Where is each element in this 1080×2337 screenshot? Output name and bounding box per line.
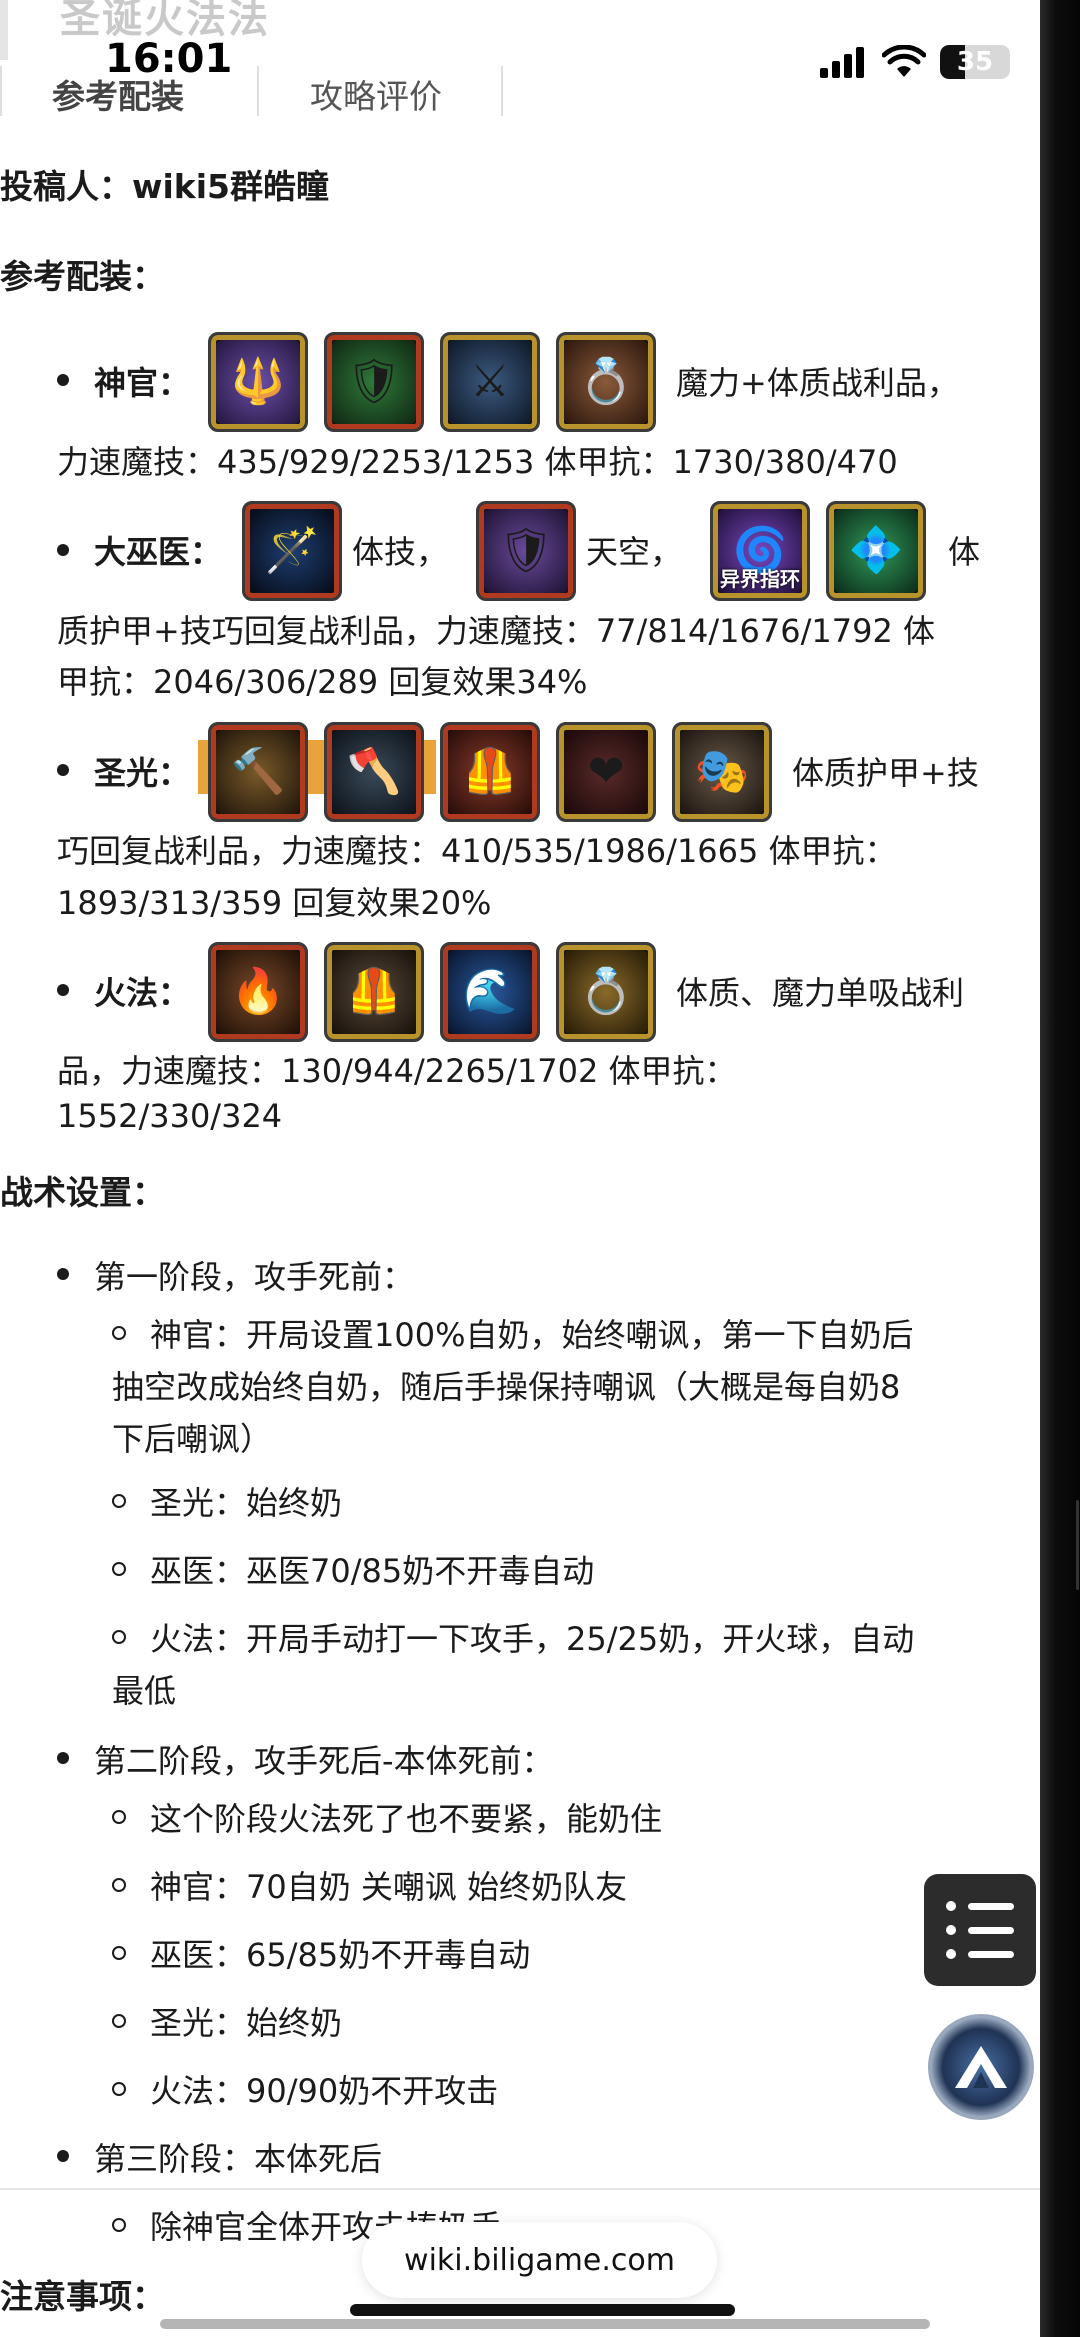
phase2-item: 火法：90/90奶不开攻击 [150, 2072, 499, 2110]
scroll-track [160, 2319, 930, 2329]
tab-gear[interactable]: 参考配装 [52, 70, 184, 118]
bullet [57, 544, 69, 556]
wand-icon[interactable]: 🪄 [242, 501, 342, 601]
sub-bullet [112, 1562, 126, 1576]
author-line: 投稿人：wiki5群皓瞳 [0, 167, 330, 206]
phase1-item-cont: 抽空改成始终自奶，随后手操保持嘲讽（大概是每自奶8 [112, 1368, 901, 1406]
tab-separator [0, 66, 2, 116]
tab-bar: 参考配装 攻略评价 [0, 62, 1040, 120]
phase1-item: 神官：开局设置100%自奶，始终嘲讽，第一下自奶后 [150, 1316, 914, 1354]
shaman-label: 大巫医： [94, 533, 223, 571]
bullet [57, 2150, 69, 2162]
priest-stats: 力速魔技：435/929/2253/1253 体甲抗：1730/380/470 [57, 443, 898, 481]
sub-bullet [112, 2082, 126, 2096]
shaman-line-2: 质护甲+技巧回复战利品，力速魔技：77/814/1676/1792 体 [57, 612, 936, 650]
section-gear-title: 参考配装： [0, 257, 165, 296]
phase1-title: 第一阶段，攻手死前： [94, 1258, 415, 1296]
bullet [57, 1752, 69, 1764]
shaman-text-3: 体 [948, 533, 981, 571]
sub-bullet [112, 1326, 126, 1340]
phase1-item: 圣光：始终奶 [150, 1484, 343, 1522]
phase2-title: 第二阶段，攻手死后-本体死前： [94, 1742, 554, 1780]
tab-reviews[interactable]: 攻略评价 [310, 70, 442, 118]
firemage-label: 火法： [94, 974, 191, 1012]
shaman-text-2: 天空， [586, 533, 683, 571]
paladin-line-2: 巧回复战利品，力速魔技：410/535/1986/1665 体甲抗： [57, 832, 897, 870]
bullet [57, 764, 69, 776]
url-bar[interactable]: wiki.biligame.com [362, 2222, 717, 2298]
toc-menu-button[interactable] [924, 1874, 1036, 1986]
dark-armor-icon[interactable]: ⚔ [440, 332, 540, 432]
heart-amulet-icon[interactable]: ❤ [556, 722, 656, 822]
sub-bullet [112, 1810, 126, 1824]
paladin-line-3: 1893/313/359 回复效果20% [57, 884, 492, 922]
priest-label: 神官： [94, 364, 191, 402]
firemage-line-3: 1552/330/324 [57, 1097, 283, 1135]
blue-claw-icon[interactable]: 🌊 [440, 942, 540, 1042]
phase2-item: 圣光：始终奶 [150, 2004, 343, 2042]
paladin-label: 圣光： [94, 754, 191, 792]
staff-icon[interactable]: 🔱 [208, 332, 308, 432]
mask-icon[interactable]: 🎭 [672, 722, 772, 822]
axe-icon[interactable]: 🪓 [324, 722, 424, 822]
section-tactics-title: 战术设置： [0, 1173, 165, 1212]
sub-bullet [112, 2014, 126, 2028]
firemage-trail: 体质、魔力单吸战利 [676, 974, 965, 1012]
bullet [57, 374, 69, 386]
phase2-item: 巫医：65/85奶不开毒自动 [150, 1936, 531, 1974]
purple-ring-icon[interactable]: 🌀 异界指环 [710, 501, 810, 601]
leather-armor-icon[interactable]: 🦺 [324, 942, 424, 1042]
fire-staff-icon[interactable]: 🔥 [208, 942, 308, 1042]
sub-bullet [112, 2218, 126, 2232]
game-logo-button[interactable] [928, 2014, 1034, 2120]
bullet [57, 1268, 69, 1280]
sub-bullet [112, 1630, 126, 1644]
tab-separator [501, 66, 503, 116]
faded-title-bar [0, 0, 8, 60]
ring-icon[interactable]: 💍 [556, 332, 656, 432]
sub-bullet [112, 1946, 126, 1960]
section-notes-title: 注意事项： [0, 2277, 165, 2316]
home-indicator[interactable] [350, 2304, 735, 2316]
bottom-divider [0, 2188, 1040, 2190]
ring-tag: 异界指环 [720, 567, 800, 591]
chest-armor-icon[interactable]: 🛡 [324, 332, 424, 432]
shaman-text-1: 体技， [352, 533, 449, 571]
paladin-trail: 体质护甲+技 [792, 754, 979, 792]
phase1-item: 巫医：巫医70/85奶不开毒自动 [150, 1552, 595, 1590]
right-gutter [1040, 0, 1080, 2337]
sub-bullet [112, 1878, 126, 1892]
phase1-item: 火法：开局手动打一下攻手，25/25奶，开火球，自动 [150, 1620, 915, 1658]
logo-a-icon [955, 2046, 1007, 2088]
scroll-indicator[interactable] [1076, 1500, 1079, 1590]
red-armor-icon[interactable]: 🦺 [440, 722, 540, 822]
sub-bullet [112, 1494, 126, 1508]
shaman-line-3: 甲抗：2046/306/289 回复效果34% [57, 663, 588, 701]
priest-trail: 魔力+体质战利品， [676, 364, 959, 402]
hammer-icon[interactable]: 🔨 [208, 722, 308, 822]
phase2-item: 这个阶段火法死了也不要紧，能奶住 [150, 1800, 663, 1838]
bullet [57, 984, 69, 996]
phase3-title: 第三阶段：本体死后 [94, 2140, 383, 2178]
phase1-item-cont: 最低 [112, 1672, 177, 1710]
purple-armor-icon[interactable]: 🛡 [476, 501, 576, 601]
green-gem-icon[interactable]: 💠 [826, 501, 926, 601]
gold-ring-icon[interactable]: 💍 [556, 942, 656, 1042]
phase2-item: 神官：70自奶 关嘲讽 始终奶队友 [150, 1868, 628, 1906]
tab-separator [257, 66, 259, 116]
phase1-item-cont: 下后嘲讽） [112, 1420, 273, 1458]
firemage-line-2: 品，力速魔技：130/944/2265/1702 体甲抗： [57, 1052, 737, 1090]
